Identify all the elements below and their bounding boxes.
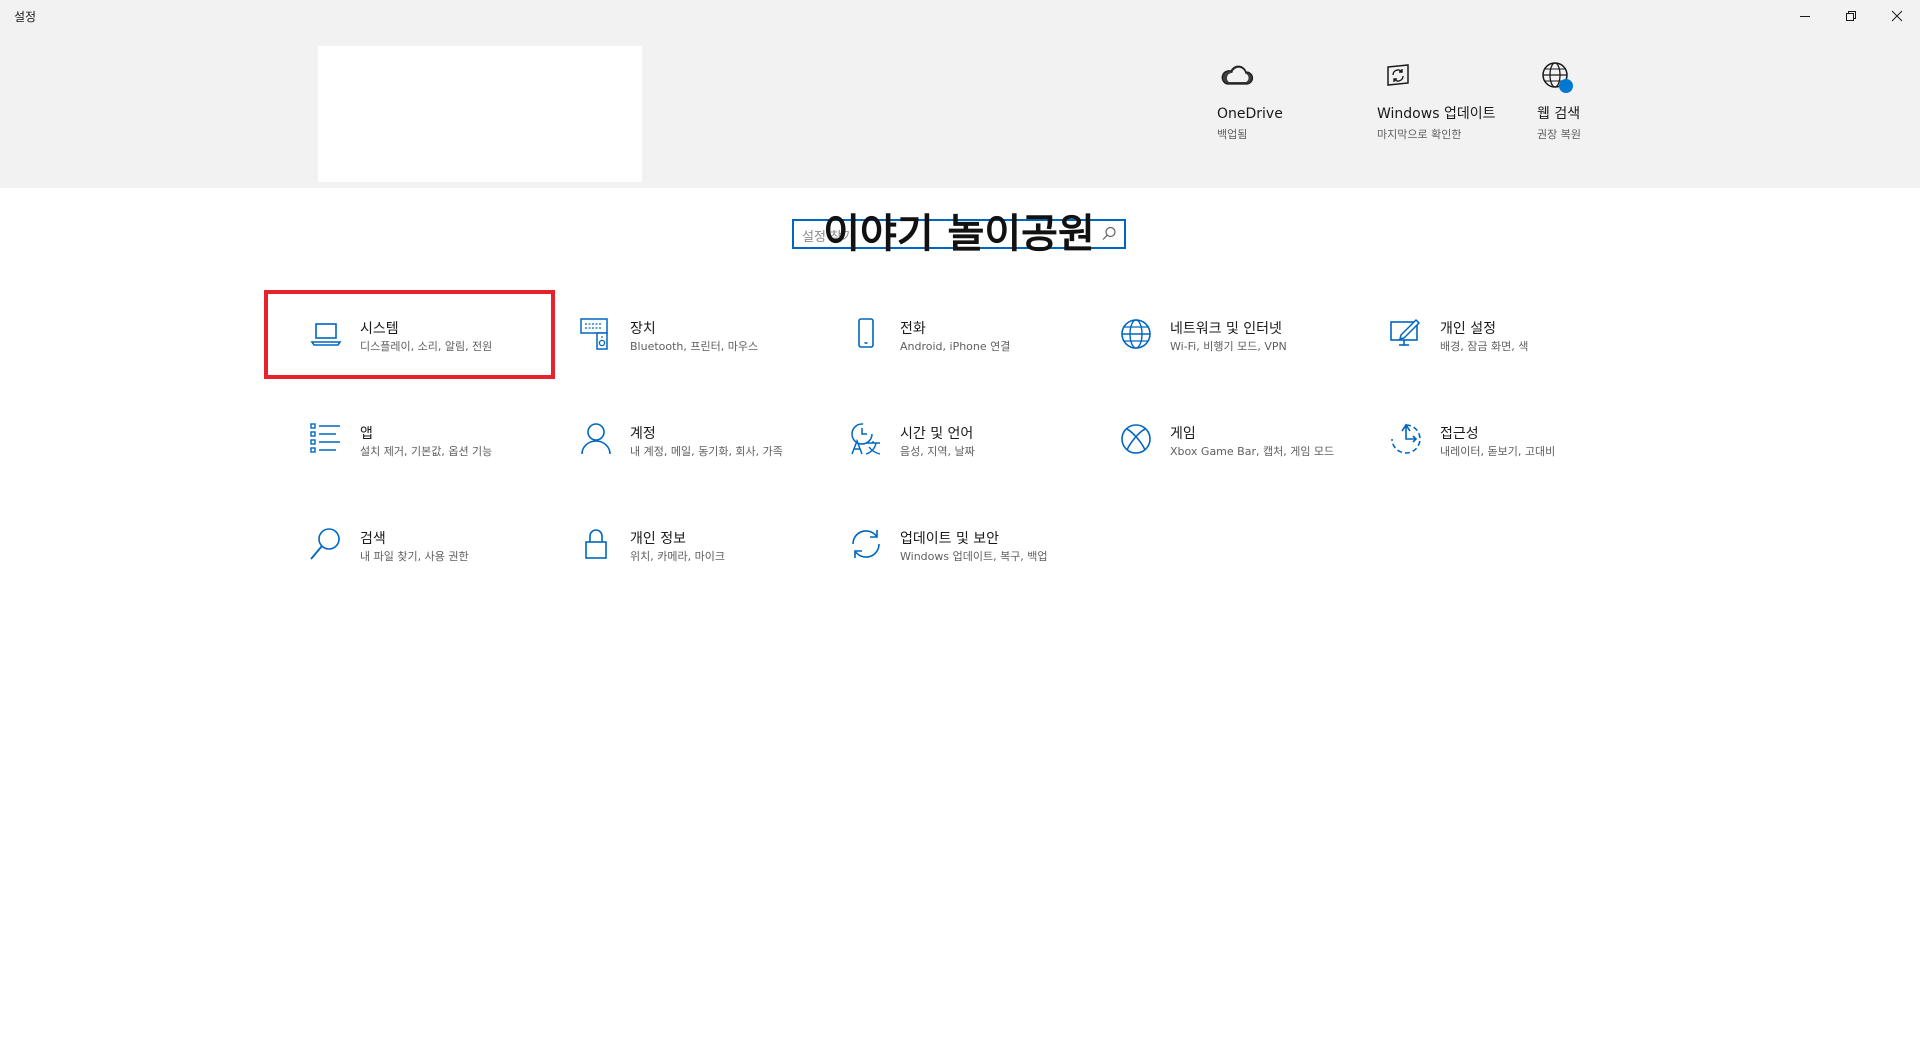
update-sync-icon xyxy=(852,530,880,558)
quick-link-title: OneDrive xyxy=(1217,106,1283,122)
cloud-icon xyxy=(1221,65,1254,85)
tile-description: Android, iPhone 연결 xyxy=(900,340,1011,353)
quick-link-subtitle: 마지막으로 확인한 xyxy=(1377,128,1462,141)
tile-title: 접근성 xyxy=(1440,426,1479,442)
account-card[interactable] xyxy=(318,46,642,182)
quick-link-subtitle: 권장 복원 xyxy=(1537,128,1581,141)
close-icon xyxy=(1891,10,1903,22)
quick-link-subtitle: 백업됨 xyxy=(1217,128,1248,141)
tile-title: 업데이트 및 보안 xyxy=(900,531,1000,547)
settings-tile-personalization[interactable]: 개인 설정 배경, 잠금 화면, 색 xyxy=(1388,316,1628,396)
tile-description: 내레이터, 돋보기, 고대비 xyxy=(1440,445,1556,458)
tile-description: 내 파일 찾기, 사용 권한 xyxy=(360,550,469,563)
settings-tile-network[interactable]: 네트워크 및 인터넷 Wi-Fi, 비행기 모드, VPN xyxy=(1118,316,1358,396)
tile-title: 앱 xyxy=(360,426,373,442)
tile-title: 계정 xyxy=(630,426,656,442)
web-search-icon xyxy=(1542,62,1573,93)
quick-link-onedrive[interactable]: OneDrive 백업됨 xyxy=(1217,57,1347,142)
settings-tile-search[interactable]: 검색 내 파일 찾기, 사용 권한 xyxy=(308,526,548,606)
maximize-button[interactable] xyxy=(1828,0,1874,32)
tile-description: 내 계정, 메일, 동기화, 회사, 가족 xyxy=(630,445,783,458)
tile-title: 개인 정보 xyxy=(630,531,686,547)
xbox-icon xyxy=(1121,424,1151,454)
tile-title: 시스템 xyxy=(360,321,399,337)
settings-tile-apps[interactable]: 앱 설치 제거, 기본값, 옵션 기능 xyxy=(308,421,548,501)
minimize-icon xyxy=(1800,16,1810,17)
search-icon xyxy=(310,528,340,560)
settings-tile-privacy[interactable]: 개인 정보 위치, 카메라, 마이크 xyxy=(578,526,818,606)
tile-description: 설치 제거, 기본값, 옵션 기능 xyxy=(360,445,493,458)
person-icon xyxy=(581,423,611,455)
restore-icon xyxy=(1846,11,1856,21)
settings-tile-gaming[interactable]: 게임 Xbox Game Bar, 캡처, 게임 모드 xyxy=(1118,421,1358,501)
globe-icon xyxy=(1121,319,1151,349)
quick-link-title: 웹 검색 xyxy=(1537,106,1581,122)
tile-description: Xbox Game Bar, 캡처, 게임 모드 xyxy=(1170,445,1335,458)
devices-icon xyxy=(580,318,608,350)
tile-description: 배경, 잠금 화면, 색 xyxy=(1440,340,1529,353)
title-bar: 설정 xyxy=(0,0,1920,32)
quick-link-windows-update[interactable]: Windows 업데이트 마지막으로 확인한 xyxy=(1377,57,1507,142)
settings-search[interactable]: 설정 찾기 xyxy=(792,219,1126,249)
lock-icon xyxy=(585,529,607,559)
notification-badge xyxy=(1559,79,1573,93)
tile-title: 시간 및 언어 xyxy=(900,426,974,442)
close-button[interactable] xyxy=(1874,0,1920,32)
tile-description: 음성, 지역, 날짜 xyxy=(900,445,975,458)
settings-header: OneDrive 백업됨 Windows 업데이트 마지막으로 확인한 웹 검색… xyxy=(0,32,1920,188)
quick-link-title: Windows 업데이트 xyxy=(1377,106,1496,122)
search-input[interactable]: 설정 찾기 xyxy=(802,226,854,245)
settings-tile-phone[interactable]: 전화 Android, iPhone 연결 xyxy=(848,316,1088,396)
settings-tile-update-security[interactable]: 업데이트 및 보안 Windows 업데이트, 복구, 백업 xyxy=(848,526,1088,606)
tile-title: 장치 xyxy=(630,321,656,337)
window-title: 설정 xyxy=(14,10,37,24)
settings-tile-time-language[interactable]: 시간 및 언어 음성, 지역, 날짜 xyxy=(848,421,1088,501)
tile-title: 검색 xyxy=(360,531,386,547)
search-icon xyxy=(1102,226,1116,240)
laptop-icon xyxy=(310,323,342,346)
settings-tile-accounts[interactable]: 계정 내 계정, 메일, 동기화, 회사, 가족 xyxy=(578,421,818,501)
tile-description: 디스플레이, 소리, 알림, 전원 xyxy=(360,340,493,353)
tile-title: 전화 xyxy=(900,321,926,337)
accessibility-icon xyxy=(1391,423,1421,454)
tile-description: Bluetooth, 프린터, 마우스 xyxy=(630,340,759,353)
tile-description: Windows 업데이트, 복구, 백업 xyxy=(900,550,1048,563)
windows-update-icon xyxy=(1387,64,1409,86)
settings-tile-accessibility[interactable]: 접근성 내레이터, 돋보기, 고대비 xyxy=(1388,421,1628,501)
tile-description: 위치, 카메라, 마이크 xyxy=(630,550,725,563)
time-language-icon xyxy=(851,423,881,455)
settings-tile-devices[interactable]: 장치 Bluetooth, 프린터, 마우스 xyxy=(578,316,818,396)
minimize-button[interactable] xyxy=(1782,0,1828,32)
tile-title: 개인 설정 xyxy=(1440,321,1496,337)
tile-description: Wi-Fi, 비행기 모드, VPN xyxy=(1170,340,1287,353)
apps-list-icon xyxy=(310,423,340,453)
personalization-icon xyxy=(1390,318,1421,346)
tile-title: 네트워크 및 인터넷 xyxy=(1170,321,1282,337)
quick-link-web-search[interactable]: 웹 검색 권장 복원 xyxy=(1537,57,1667,142)
tile-title: 게임 xyxy=(1170,426,1196,442)
settings-tile-system[interactable]: 시스템 디스플레이, 소리, 알림, 전원 xyxy=(308,316,548,396)
phone-icon xyxy=(858,318,874,348)
